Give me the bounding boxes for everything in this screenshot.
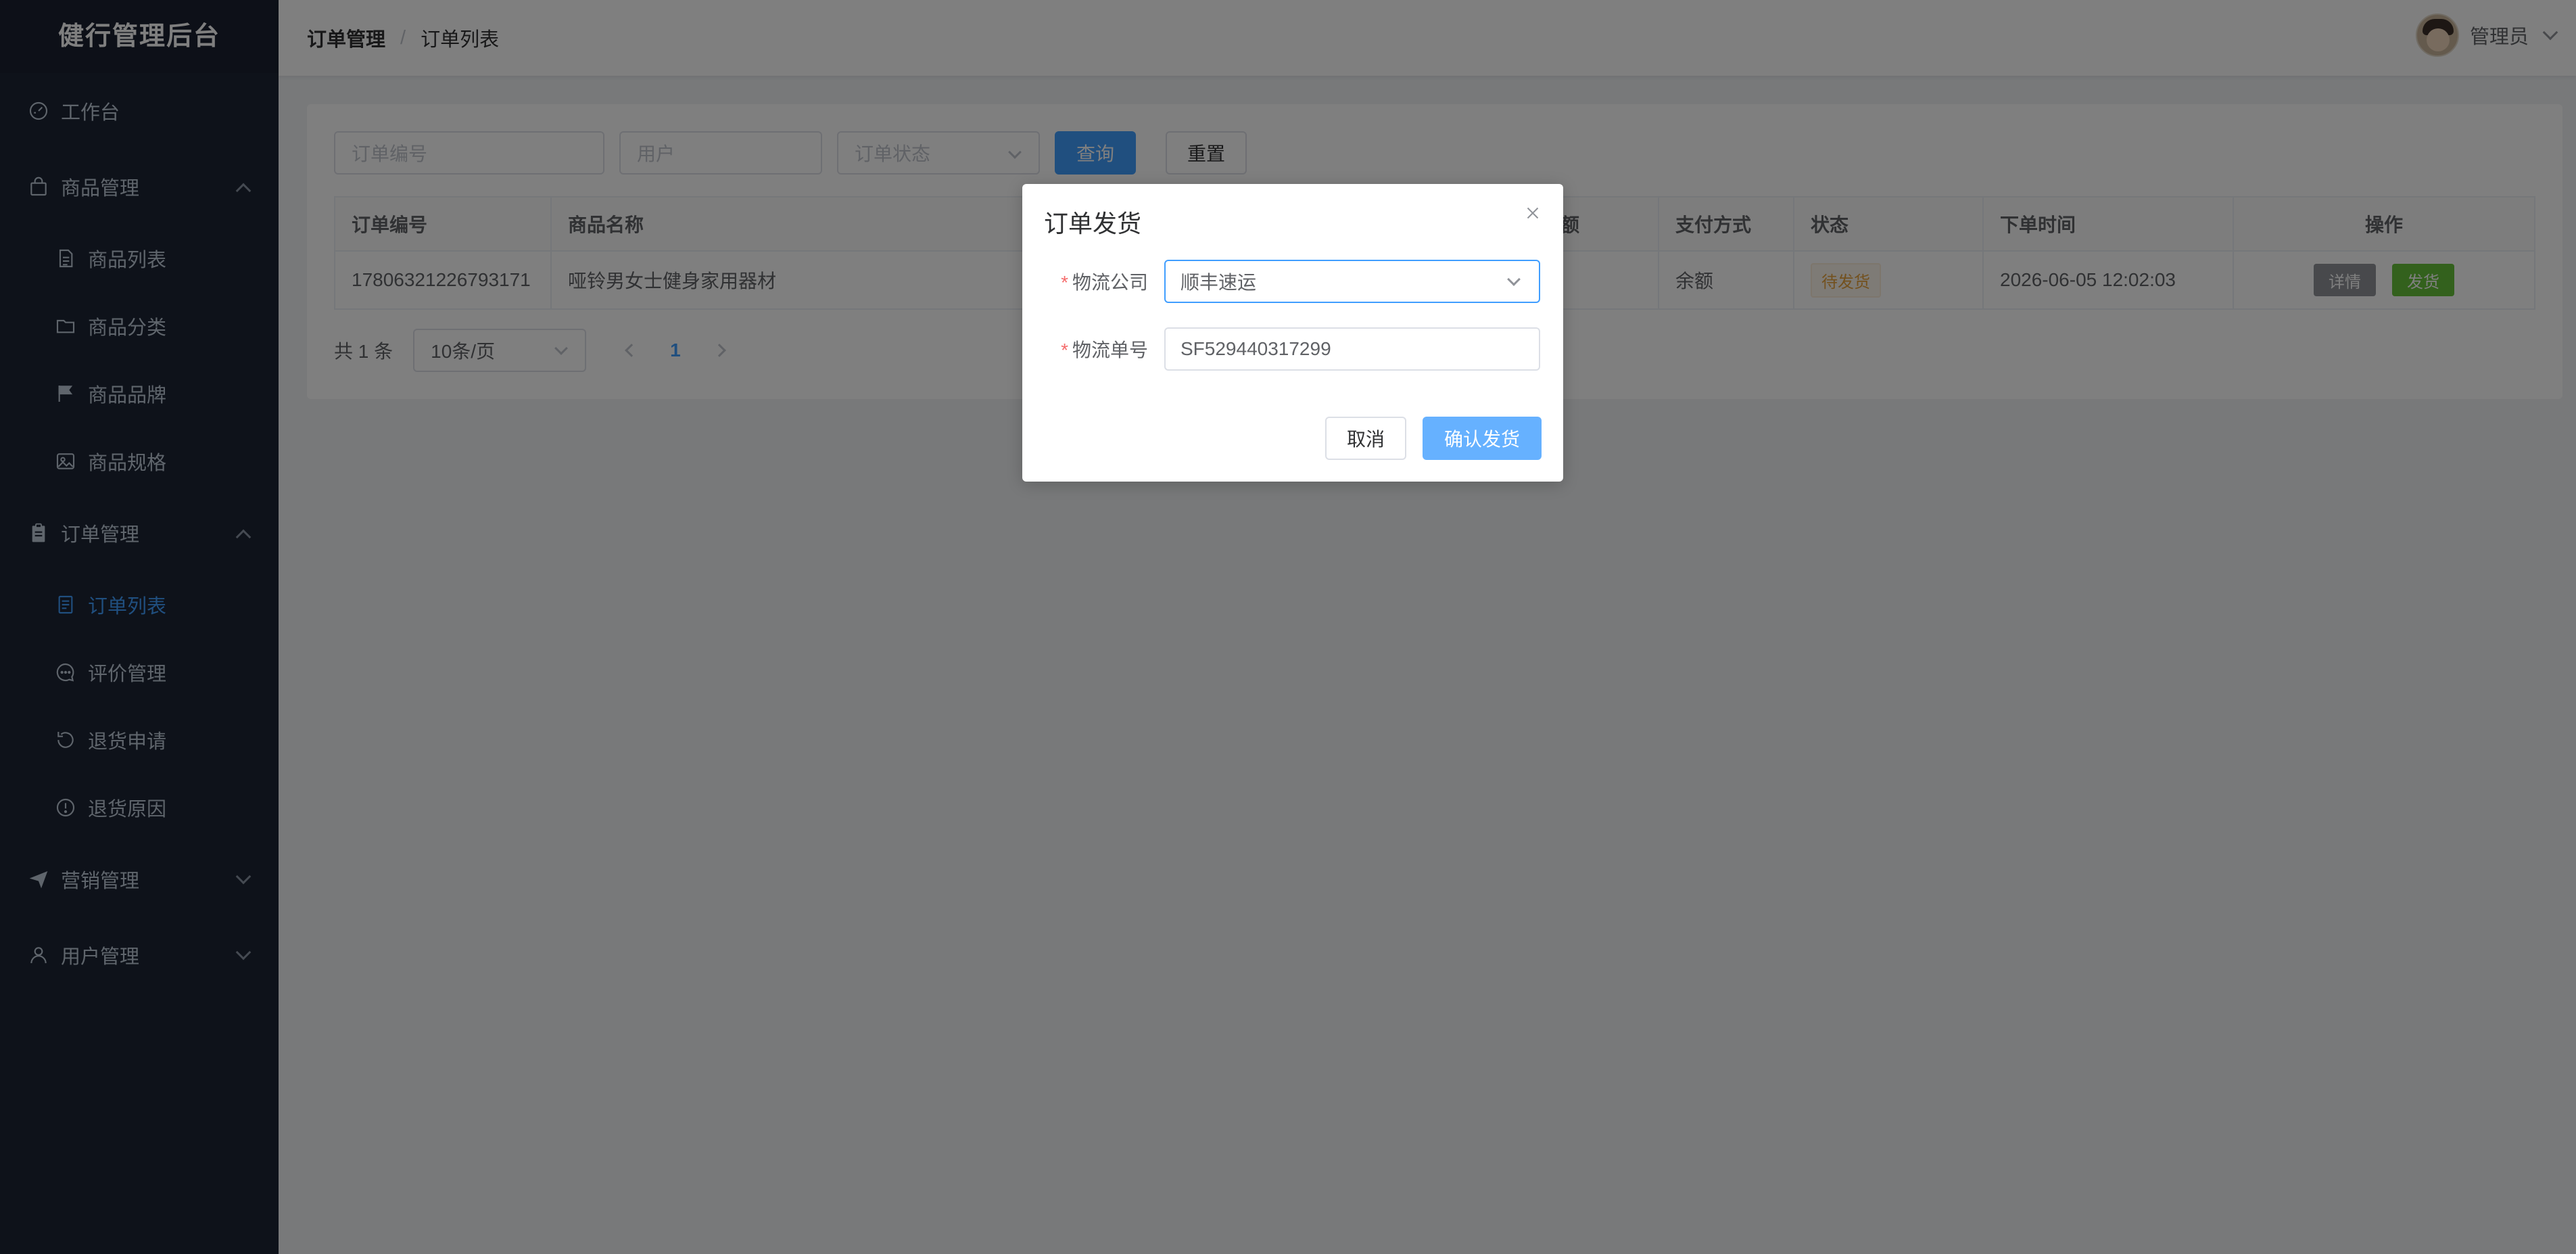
required-mark: * bbox=[1061, 272, 1068, 293]
cancel-button[interactable]: 取消 bbox=[1325, 417, 1406, 460]
tracking-label: * 物流单号 bbox=[1022, 335, 1164, 363]
dialog-title: 订单发货 bbox=[1044, 210, 1142, 237]
logistics-company-value: 顺丰速运 bbox=[1180, 272, 1257, 293]
form-row-tracking: * 物流单号 SF529440317299 bbox=[1022, 327, 1540, 371]
company-label: * 物流公司 bbox=[1022, 268, 1164, 295]
logistics-company-select[interactable]: 顺丰速运 bbox=[1164, 260, 1540, 303]
confirm-ship-button[interactable]: 确认发货 bbox=[1423, 417, 1542, 460]
chevron-down-icon bbox=[1507, 273, 1521, 286]
company-label-text: 物流公司 bbox=[1072, 272, 1148, 293]
form-row-company: * 物流公司 顺丰速运 bbox=[1022, 260, 1540, 303]
tracking-label-text: 物流单号 bbox=[1072, 340, 1148, 361]
ship-order-dialog: 订单发货 * 物流公司 顺丰速运 * 物流单号 SF529440317299 取消 … bbox=[1022, 184, 1563, 482]
required-mark: * bbox=[1061, 340, 1068, 361]
close-icon[interactable] bbox=[1523, 203, 1543, 223]
tracking-number-input[interactable]: SF529440317299 bbox=[1164, 327, 1540, 371]
